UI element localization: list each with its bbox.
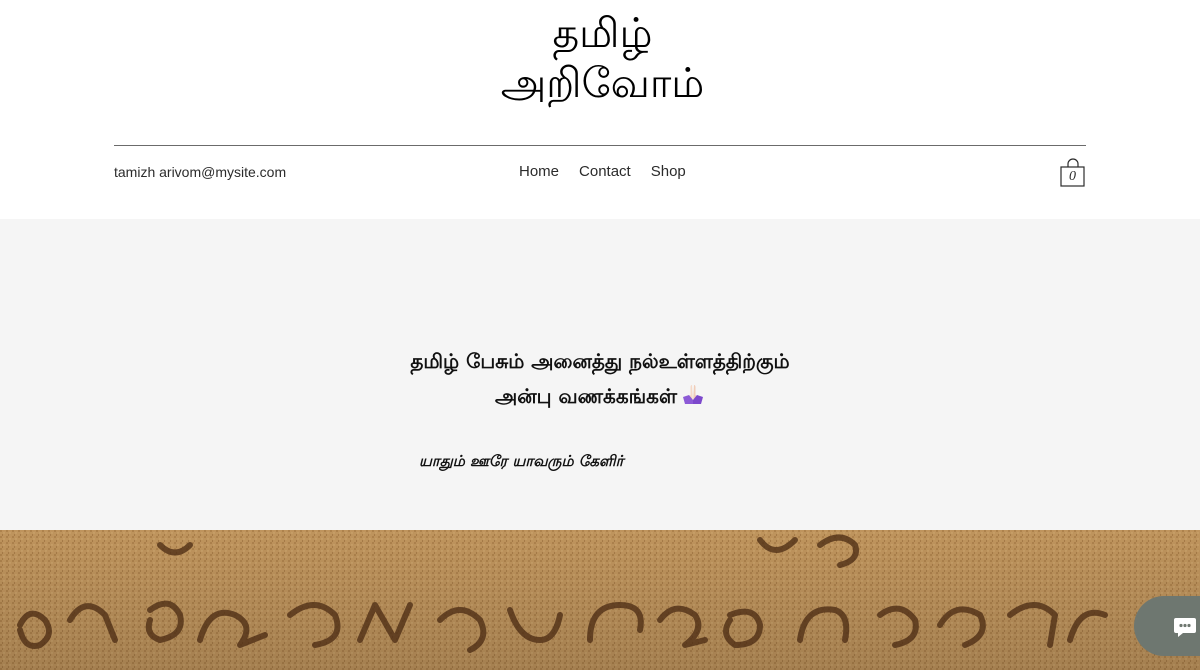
chat-button[interactable] <box>1134 596 1200 656</box>
site-header: தமிழ் அறிவோம் tamizh arivom@mysite.com H… <box>0 0 1200 219</box>
banner-image-stone-inscription <box>0 530 1200 670</box>
greeting-line-2: அன்பு வணக்கங்கள் <box>300 379 900 414</box>
site-title[interactable]: தமிழ் அறிவோம் <box>400 8 805 108</box>
cart-button[interactable]: 0 <box>1060 158 1086 188</box>
cart-count: 0 <box>1069 169 1076 184</box>
quote-text: யாதும் ஊரே யாவரும் கேளிர் <box>419 452 624 470</box>
site-title-line-1: தமிழ் <box>552 9 653 57</box>
greeting-line-2-text: அன்பு வணக்கங்கள் <box>494 384 677 408</box>
contact-email-link[interactable]: tamizh arivom@mysite.com <box>114 163 286 181</box>
nav-item-shop[interactable]: Shop <box>641 161 696 183</box>
site-title-line-2: அறிவோம் <box>500 59 705 107</box>
nav-item-contact[interactable]: Contact <box>569 161 641 183</box>
welcome-greeting: தமிழ் பேசும் அனைத்து நல்உள்ளத்திற்கும் அ… <box>300 344 900 414</box>
greeting-line-1: தமிழ் பேசும் அனைத்து நல்உள்ளத்திற்கும் <box>410 349 790 373</box>
chat-bubble-icon <box>1174 618 1196 637</box>
folded-hands-icon <box>683 385 703 404</box>
nav-item-home[interactable]: Home <box>509 161 569 183</box>
main-nav: Home Contact Shop <box>509 161 696 183</box>
header-divider <box>114 145 1086 146</box>
stone-inscription-image <box>0 530 1200 670</box>
